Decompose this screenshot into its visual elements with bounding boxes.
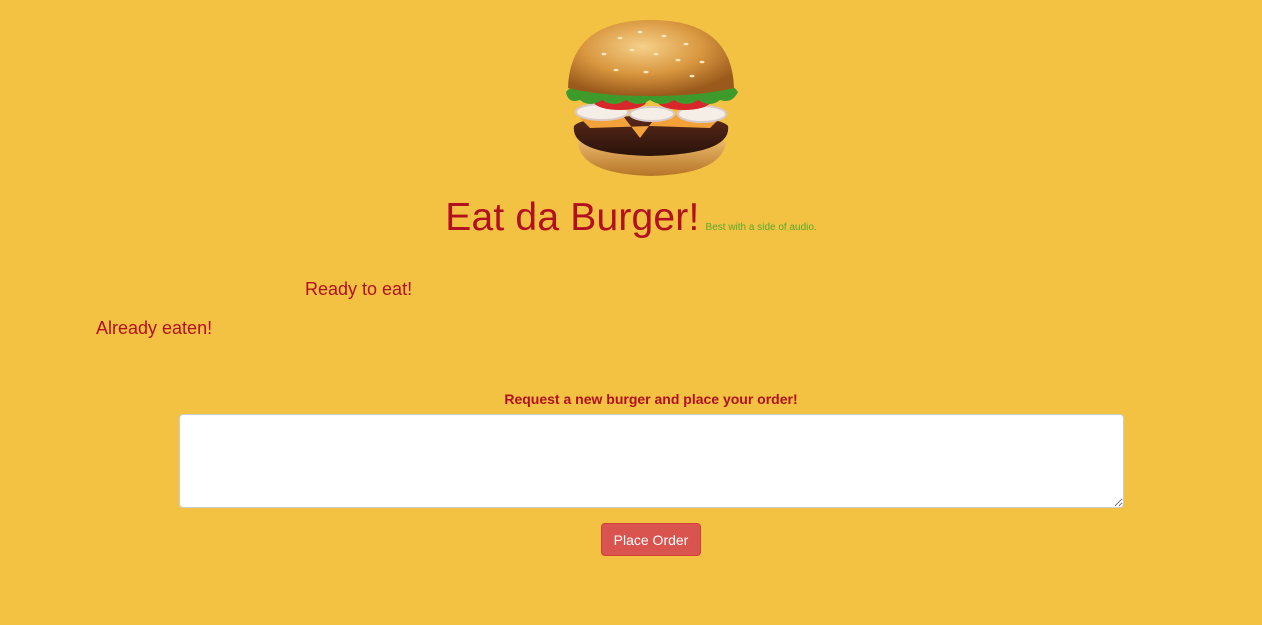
burger-name-textarea[interactable] [179,414,1124,508]
page-subtitle: Best with a side of audio. [705,222,817,233]
burger-icon [566,20,738,176]
ready-to-eat-heading: Ready to eat! [305,279,413,299]
already-eaten-heading: Already eaten! [96,318,213,338]
title-row: Eat da Burger! Best with a side of audio. [0,196,1262,240]
burger-logo [560,14,742,180]
page: Eat da Burger! Best with a side of audio.… [0,0,1262,625]
place-order-button[interactable]: Place Order [601,523,701,556]
page-title: Eat da Burger! [445,196,700,239]
order-form-label: Request a new burger and place your orde… [504,391,798,407]
